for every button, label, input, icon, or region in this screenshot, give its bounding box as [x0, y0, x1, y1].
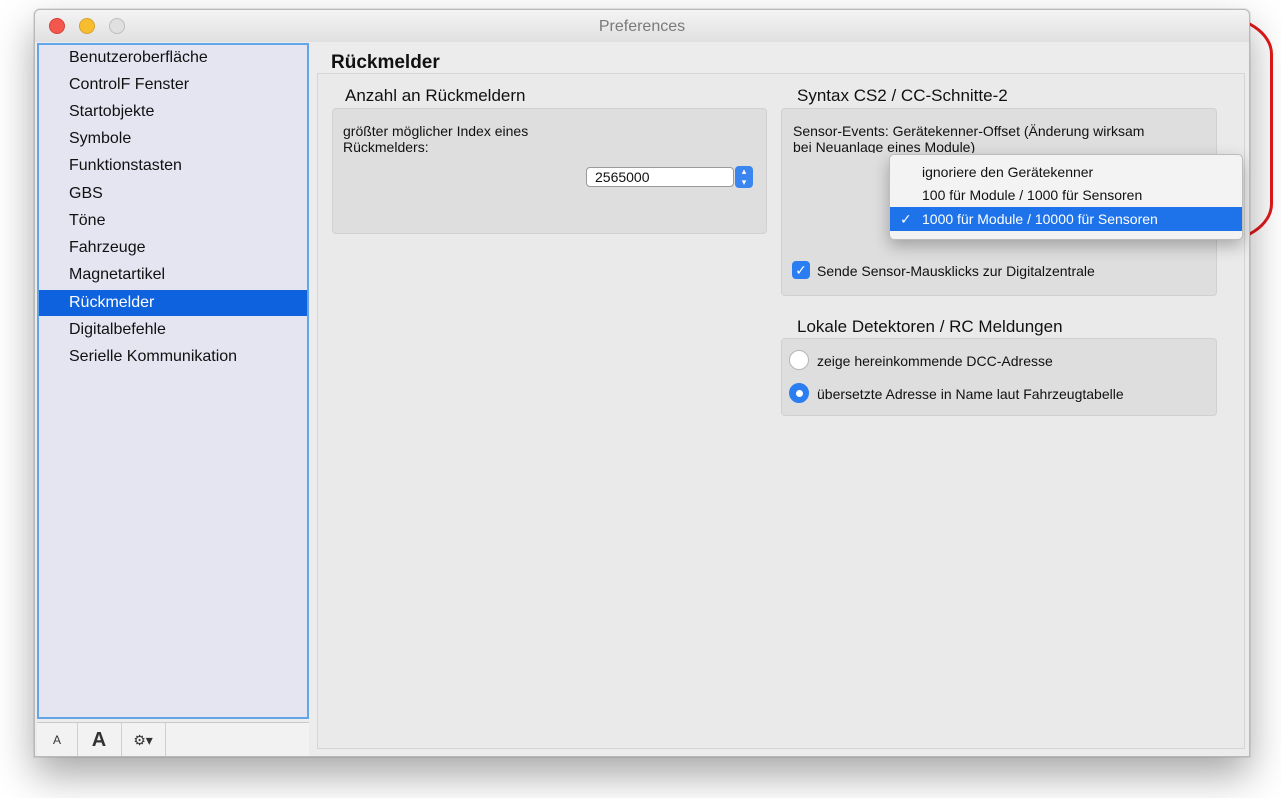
gear-menu-button[interactable]: ⚙▾ — [121, 723, 166, 756]
offset-popup-menu: ignoriere den Gerätekenner 100 für Modul… — [889, 154, 1243, 240]
sidebar-item-digitalbefehle[interactable]: Digitalbefehle — [39, 317, 307, 343]
anzahl-description: größter möglicher Index eines Rückmelder… — [343, 123, 529, 155]
sensor-events-label: Sensor-Events: Gerätekenner-Offset (Ände… — [793, 123, 1145, 153]
sidebar-item-magnetartikel[interactable]: Magnetartikel — [39, 262, 307, 288]
popup-option-1000-label: 1000 für Module / 10000 für Sensoren — [922, 211, 1158, 227]
lokale-group-title: Lokale Detektoren / RC Meldungen — [797, 317, 1063, 336]
popup-option-1000[interactable]: ✓ 1000 für Module / 10000 für Sensoren — [890, 207, 1242, 231]
radio-translated-address[interactable] — [789, 383, 809, 403]
sidebar-item-toene[interactable]: Töne — [39, 208, 307, 234]
font-larger-icon: A — [91, 728, 107, 751]
sidebar-bottom-bar: A A ⚙▾ — [37, 722, 309, 756]
sidebar-item-gbs[interactable]: GBS — [39, 181, 307, 207]
popup-option-100[interactable]: 100 für Module / 1000 für Sensoren — [890, 183, 1242, 207]
font-smaller-icon: A — [52, 733, 61, 747]
anzahl-group-title: Anzahl an Rückmeldern — [345, 86, 526, 105]
gear-menu-icon: ⚙▾ — [133, 731, 153, 748]
sidebar-item-serielle-kommunikation[interactable]: Serielle Kommunikation — [39, 344, 307, 370]
window-title: Preferences — [598, 18, 686, 35]
index-input[interactable]: 2565000 — [586, 167, 734, 187]
page-title: Rückmelder — [331, 52, 440, 73]
sidebar-item-benutzeroberflaeche[interactable]: Benutzeroberfläche — [39, 45, 307, 71]
radio-dcc-address-label: zeige hereinkommende DCC-Adresse — [817, 353, 1053, 369]
lokale-box — [781, 338, 1217, 416]
popup-option-ignoriere[interactable]: ignoriere den Gerätekenner — [890, 160, 1242, 184]
preferences-window: Preferences Benutzeroberfläche ControlF … — [34, 9, 1250, 757]
sidebar: Benutzeroberfläche ControlF Fenster Star… — [37, 43, 309, 719]
title-bar: Preferences — [35, 10, 1249, 42]
radio-translated-address-label: übersetzte Adresse in Name laut Fahrzeug… — [817, 386, 1124, 402]
checkmark-icon: ✓ — [900, 211, 912, 227]
sidebar-item-funktionstasten[interactable]: Funktionstasten — [39, 153, 307, 179]
radio-dcc-address[interactable] — [789, 350, 809, 370]
sidebar-item-fahrzeuge[interactable]: Fahrzeuge — [39, 235, 307, 261]
sidebar-item-symbole[interactable]: Symbole — [39, 126, 307, 152]
send-sensor-clicks-label: Sende Sensor-Mausklicks zur Digitalzentr… — [817, 263, 1095, 279]
sidebar-item-controlf-fenster[interactable]: ControlF Fenster — [39, 72, 307, 98]
sidebar-item-startobjekte[interactable]: Startobjekte — [39, 99, 307, 125]
send-sensor-clicks-checkbox[interactable]: ✓ — [792, 261, 810, 279]
index-stepper[interactable]: ▴ ▾ — [735, 166, 753, 188]
font-smaller-button[interactable]: A — [37, 723, 78, 756]
font-larger-button[interactable]: A — [77, 723, 122, 756]
sidebar-item-rueckmelder[interactable]: Rückmelder — [39, 290, 307, 316]
syntax-group-title: Syntax CS2 / CC-Schnitte-2 — [797, 86, 1008, 105]
